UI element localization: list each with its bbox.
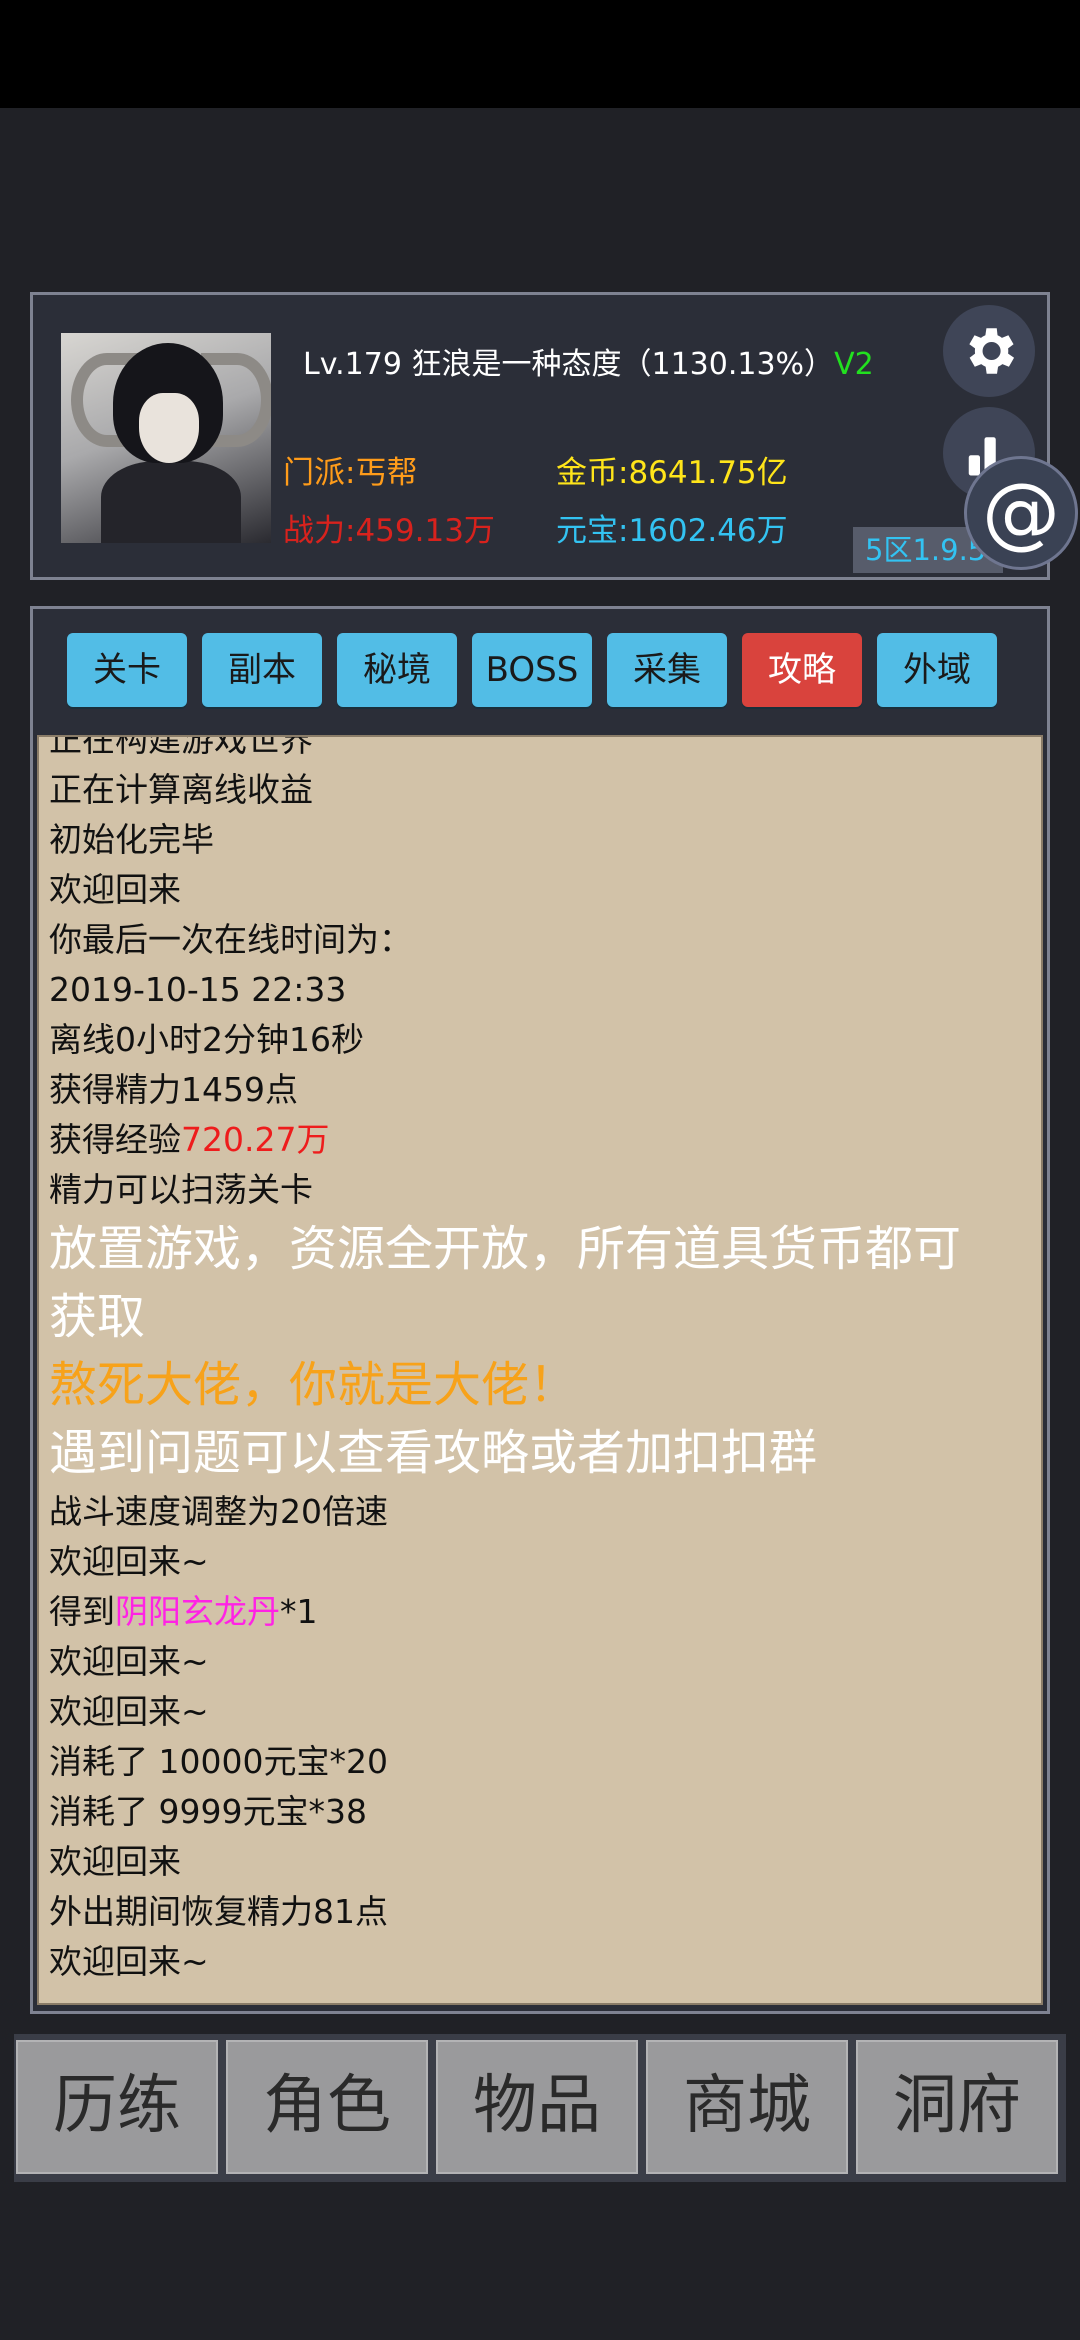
log-text: *1	[280, 1592, 318, 1631]
player-gold: 金币:8641.75亿	[556, 455, 788, 491]
tab-gather[interactable]: 采集	[607, 633, 727, 707]
chat-button[interactable]: @	[964, 456, 1078, 570]
tab-boss[interactable]: BOSS	[472, 633, 592, 707]
notice-line: 放置游戏，资源全开放，所有道具货币都可	[49, 1221, 962, 1277]
log-line: 欢迎回来~	[49, 1692, 209, 1731]
log-line: 正在构建游戏世界	[49, 735, 313, 759]
main-panel: 关卡 副本 秘境 BOSS 采集 攻略 外域 正在构建游戏世界 正在计算离线收益…	[30, 606, 1050, 2014]
log-line: 外出期间恢复精力81点	[49, 1892, 388, 1931]
item-name: 阴阳玄龙丹	[115, 1592, 280, 1631]
player-title: Lv.179 狂浪是一种态度（1130.13%）V2	[303, 339, 874, 383]
player-ingot: 元宝:1602.46万	[556, 513, 788, 549]
player-exp-percent: （1130.13%）	[621, 347, 835, 382]
log-line: 离线0小时2分钟16秒	[49, 1020, 364, 1059]
log-line: 欢迎回来	[49, 870, 181, 909]
notice-line: 遇到问题可以查看攻略或者加扣扣群	[49, 1425, 818, 1481]
avatar[interactable]	[61, 333, 271, 543]
log-line: 正在计算离线收益	[49, 770, 313, 809]
tab-stage[interactable]: 关卡	[67, 633, 187, 707]
settings-button[interactable]	[943, 305, 1035, 397]
log-line: 欢迎回来	[49, 1842, 181, 1881]
at-sign-icon: @	[982, 468, 1060, 558]
nav-character[interactable]: 角色	[226, 2040, 428, 2174]
nav-training[interactable]: 历练	[16, 2040, 218, 2174]
log-line: 欢迎回来~	[49, 1542, 209, 1581]
notice-line: 获取	[49, 1289, 146, 1345]
bottom-nav: 历练 角色 物品 商城 洞府	[14, 2034, 1066, 2182]
avatar-body	[101, 461, 241, 543]
player-sect: 门派:丐帮	[283, 455, 418, 491]
player-name: 狂浪是一种态度	[411, 347, 622, 382]
nav-cave-mansion[interactable]: 洞府	[856, 2040, 1058, 2174]
log-line: 欢迎回来~	[49, 1642, 209, 1681]
log-line: 得到阴阳玄龙丹*1	[49, 1587, 1029, 1637]
vip-badge: V2	[834, 347, 874, 382]
log-line: 获得精力1459点	[49, 1070, 298, 1109]
player-level: Lv.179	[303, 347, 402, 382]
log-line: 消耗了 9999元宝*38	[49, 1792, 367, 1831]
log-line: 初始化完毕	[49, 820, 214, 859]
avatar-face	[139, 393, 199, 463]
log-line: 战斗速度调整为20倍速	[49, 1492, 388, 1531]
log-text: 得到	[49, 1592, 115, 1631]
log-line: 精力可以扫荡关卡	[49, 1170, 313, 1209]
top-status-bar	[0, 0, 1080, 108]
log-line: 2019-10-15 22:33	[49, 970, 347, 1009]
tab-secret-realm[interactable]: 秘境	[337, 633, 457, 707]
tab-dungeon[interactable]: 副本	[202, 633, 322, 707]
log-line: 消耗了 10000元宝*20	[49, 1742, 388, 1781]
gear-icon	[969, 328, 1015, 374]
log-line: 欢迎回来~	[49, 1942, 209, 1981]
log-line: 你最后一次在线时间为：	[49, 920, 412, 959]
message-log-content: 正在构建游戏世界 正在计算离线收益 初始化完毕 欢迎回来 你最后一次在线时间为：…	[49, 735, 1029, 1987]
player-power: 战力:459.13万	[283, 513, 495, 549]
log-line: 获得经验720.27万	[49, 1115, 1029, 1165]
player-profile-card: Lv.179 狂浪是一种态度（1130.13%）V2 门派:丐帮 战力:459.…	[30, 292, 1050, 580]
message-log[interactable]: 正在构建游戏世界 正在计算离线收益 初始化完毕 欢迎回来 你最后一次在线时间为：…	[37, 735, 1043, 2005]
notice-line: 熬死大佬，你就是大佬！	[49, 1357, 578, 1413]
tab-outer-domain[interactable]: 外域	[877, 633, 997, 707]
exp-value: 720.27万	[181, 1120, 330, 1159]
log-text: 获得经验	[49, 1120, 181, 1159]
tab-guide[interactable]: 攻略	[742, 633, 862, 707]
nav-items[interactable]: 物品	[436, 2040, 638, 2174]
nav-shop[interactable]: 商城	[646, 2040, 848, 2174]
